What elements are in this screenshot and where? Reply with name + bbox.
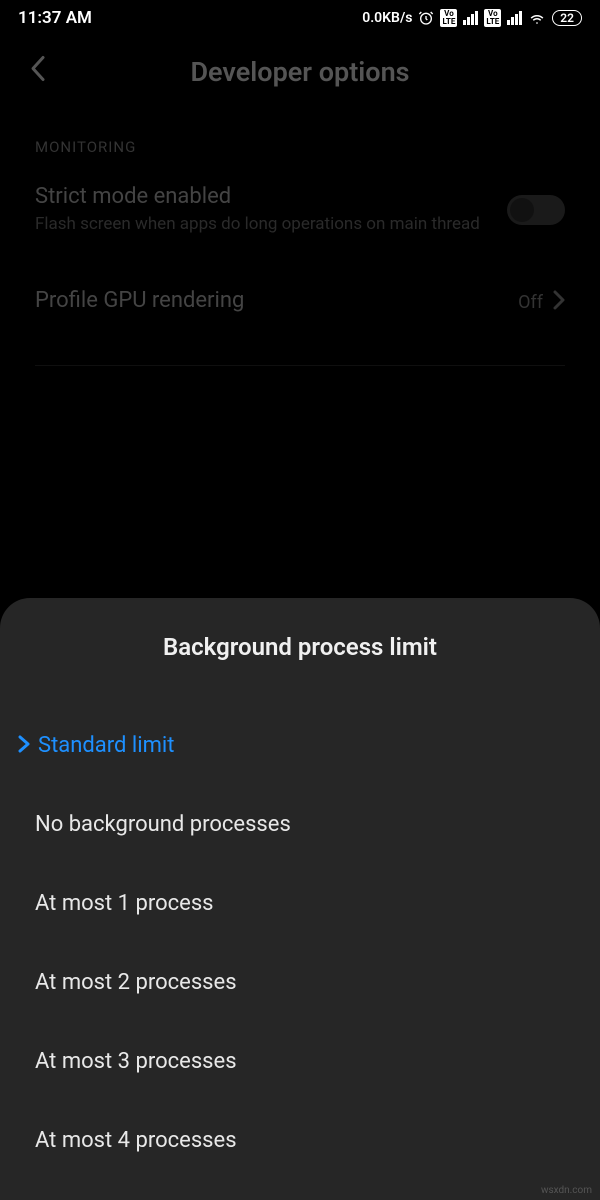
sheet-option[interactable]: At most 1 process	[0, 864, 600, 943]
alarm-icon	[418, 10, 434, 26]
sheet-option[interactable]: At most 4 processes	[0, 1101, 600, 1180]
divider	[35, 365, 565, 366]
back-button[interactable]	[30, 55, 46, 90]
section-label: MONITORING	[0, 108, 600, 166]
sheet-title: Background process limit	[0, 633, 600, 661]
sheet-option[interactable]: No background processes	[0, 785, 600, 864]
status-time: 11:37 AM	[18, 8, 92, 28]
bottom-sheet: Background process limit Standard limit N…	[0, 598, 600, 1200]
signal-icon-1	[463, 11, 478, 25]
status-right: 0.0KB/s VoLTE VoLTE 22	[362, 9, 582, 27]
setting-value: Off	[518, 292, 543, 313]
page-title: Developer options	[20, 56, 580, 88]
sheet-option[interactable]: At most 3 processes	[0, 1022, 600, 1101]
sheet-option-label: Standard limit	[38, 733, 174, 758]
watermark: wsxdn.com	[541, 1185, 592, 1196]
status-bar: 11:37 AM 0.0KB/s VoLTE VoLTE 22	[0, 0, 600, 36]
signal-icon-2	[507, 11, 522, 25]
sheet-option-label: At most 3 processes	[35, 1049, 237, 1074]
strict-mode-toggle[interactable]	[507, 195, 565, 225]
sheet-option-label: At most 4 processes	[35, 1128, 237, 1153]
chevron-right-icon	[18, 734, 30, 758]
chevron-right-icon	[553, 290, 565, 316]
sheet-option-label: At most 2 processes	[35, 970, 237, 995]
sheet-option-label: At most 1 process	[35, 891, 214, 916]
setting-title: Profile GPU rendering	[35, 288, 518, 313]
setting-strict-mode[interactable]: Strict mode enabled Flash screen when ap…	[0, 166, 600, 253]
header: Developer options	[0, 36, 600, 108]
sheet-option[interactable]: At most 2 processes	[0, 943, 600, 1022]
battery-icon: 22	[552, 10, 582, 26]
data-rate: 0.0KB/s	[362, 10, 412, 26]
setting-desc: Flash screen when apps do long operation…	[35, 213, 507, 235]
setting-title: Strict mode enabled	[35, 184, 507, 209]
volte-icon-1: VoLTE	[440, 9, 457, 27]
sheet-option-label: No background processes	[35, 812, 291, 837]
wifi-icon	[528, 9, 546, 27]
volte-icon-2: VoLTE	[484, 9, 501, 27]
setting-gpu-rendering[interactable]: Profile GPU rendering Off	[0, 253, 600, 335]
sheet-option[interactable]: Standard limit	[0, 706, 600, 785]
